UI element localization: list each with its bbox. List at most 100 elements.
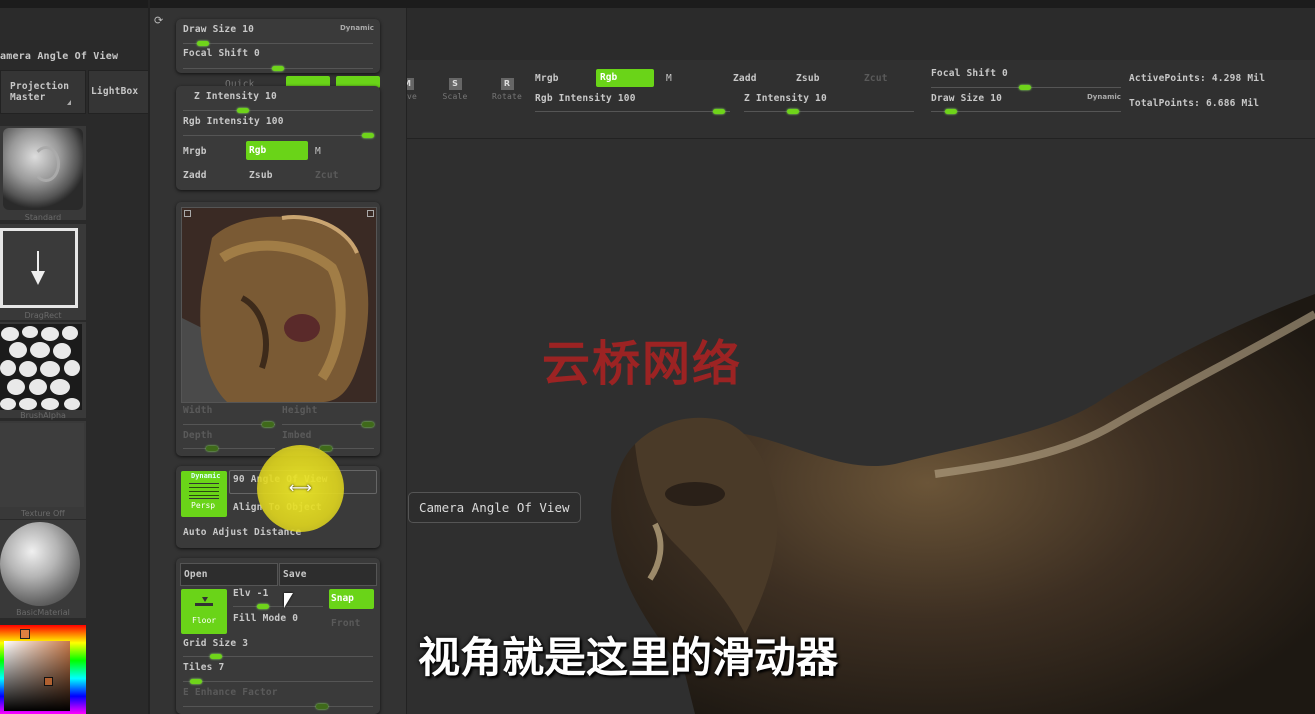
camera-angle-tooltip: Camera Angle Of View xyxy=(408,492,581,523)
rgb-intensity-slider[interactable] xyxy=(535,111,730,112)
popup-rgb-button[interactable]: Rgb xyxy=(246,141,308,160)
rgb-button[interactable]: Rgb xyxy=(596,69,654,87)
dynamic-label[interactable]: Dynamic xyxy=(1087,93,1121,101)
navigator-preview[interactable] xyxy=(181,207,377,403)
z-intensity-label: Z Intensity 10 xyxy=(744,93,827,104)
dropdown-arrow-icon xyxy=(67,100,71,105)
color-picker[interactable] xyxy=(0,625,86,714)
z-intensity-slider[interactable] xyxy=(744,111,914,112)
watermark-text: 云桥网络 xyxy=(542,336,743,392)
texture-off-label: Texture Off xyxy=(21,509,65,518)
focal-shift-knob[interactable] xyxy=(1019,85,1031,90)
basic-material-tile[interactable] xyxy=(0,520,86,618)
popup-focal-shift-knob[interactable] xyxy=(272,66,284,71)
dinosaur-preview-image xyxy=(182,208,376,402)
color-square[interactable] xyxy=(4,641,70,711)
alpha-texture-icon xyxy=(0,324,82,410)
draw-size-slider[interactable] xyxy=(931,111,1121,112)
popup-dynamic-label[interactable]: Dynamic xyxy=(340,24,374,32)
floor-button[interactable]: Floor xyxy=(181,589,227,634)
elv-label: Elv -1 xyxy=(233,588,269,599)
subtitle-text: 视角就是这里的滑动器 xyxy=(418,633,839,682)
mouse-pointer-icon xyxy=(284,593,293,608)
corner-handle-right-icon[interactable] xyxy=(367,210,374,217)
front-button[interactable]: Front xyxy=(331,618,361,629)
texture-off-icon xyxy=(0,423,84,507)
elv-knob[interactable] xyxy=(257,604,269,609)
rotate-icon: R xyxy=(500,78,514,90)
snap-button[interactable]: Snap xyxy=(329,589,374,609)
fill-mode-label: Fill Mode 0 xyxy=(233,613,299,624)
rgb-intensity-label: Rgb Intensity 100 xyxy=(535,93,636,104)
m-button[interactable]: M xyxy=(666,73,672,84)
rgb-intensity-knob[interactable] xyxy=(713,109,725,114)
tiles-knob[interactable] xyxy=(190,679,202,684)
popup-draw-size-slider[interactable] xyxy=(183,43,373,44)
popup-draw-size-knob[interactable] xyxy=(197,41,209,46)
popup-zcut-button[interactable]: Zcut xyxy=(315,170,339,181)
zcut-button[interactable]: Zcut xyxy=(864,73,888,84)
popup-z-intensity-knob[interactable] xyxy=(237,108,249,113)
resize-horizontal-cursor-icon: ⟷ xyxy=(289,478,312,497)
swirl-icon xyxy=(32,146,60,182)
popup-rgb-intensity-slider[interactable] xyxy=(183,135,373,136)
e-enhance-slider[interactable] xyxy=(183,706,373,707)
scale-button[interactable]: S Scale xyxy=(440,78,470,108)
corner-handle-icon[interactable] xyxy=(184,210,191,217)
drag-rect-label: DragRect xyxy=(24,311,62,320)
z-intensity-knob[interactable] xyxy=(787,109,799,114)
popup-m-button[interactable]: M xyxy=(315,146,321,157)
draw-size-knob[interactable] xyxy=(945,109,957,114)
popup-zsub-button[interactable]: Zsub xyxy=(249,170,273,181)
persp-button[interactable]: Dynamic Persp xyxy=(181,471,227,517)
top-strip xyxy=(0,0,1315,8)
drag-rect-stroke-icon xyxy=(0,228,78,308)
height-knob[interactable] xyxy=(362,422,374,427)
floor-arrow-icon xyxy=(202,597,208,602)
popup-mrgb-button[interactable]: Mrgb xyxy=(183,146,207,157)
popup-zadd-button[interactable]: Zadd xyxy=(183,170,207,181)
height-slider[interactable] xyxy=(282,424,374,425)
imbed-label: Imbed xyxy=(282,430,312,441)
popup-rgb-intensity-knob[interactable] xyxy=(362,133,374,138)
depth-knob[interactable] xyxy=(206,446,218,451)
color-indicator-icon xyxy=(20,629,30,639)
floor-icon xyxy=(195,603,213,606)
persp-grid-icon xyxy=(189,483,219,499)
zadd-button[interactable]: Zadd xyxy=(733,73,757,84)
standard-brush-label: Standard xyxy=(24,213,62,222)
tiles-label: Tiles 7 xyxy=(183,662,225,673)
e-enhance-factor-label: E Enhance Factor xyxy=(183,687,278,698)
popup-focal-shift-label: Focal Shift 0 xyxy=(183,48,260,59)
active-points: ActivePoints: 4.298 Mil xyxy=(1129,73,1266,84)
mrgb-button[interactable]: Mrgb xyxy=(535,73,559,84)
brush-alpha-label: BrushAlpha xyxy=(20,411,66,420)
height-label: Height xyxy=(282,405,318,416)
elv-slider[interactable] xyxy=(233,606,323,607)
width-knob[interactable] xyxy=(262,422,274,427)
refresh-icon[interactable]: ⟳ xyxy=(154,14,163,27)
zsub-button[interactable]: Zsub xyxy=(796,73,820,84)
lightbox-button[interactable]: LightBox xyxy=(88,70,150,114)
tiles-slider[interactable] xyxy=(183,681,373,682)
rotate-button[interactable]: R Rotate xyxy=(491,78,523,108)
grid-size-knob[interactable] xyxy=(210,654,222,659)
popup-z-intensity-slider[interactable] xyxy=(183,110,373,111)
total-points: TotalPoints: 6.686 Mil xyxy=(1129,98,1260,109)
e-enhance-knob[interactable] xyxy=(316,704,328,709)
grid-size-label: Grid Size 3 xyxy=(183,638,249,649)
popup-z-intensity-label: Z Intensity 10 xyxy=(194,91,277,102)
texture-off-tile[interactable] xyxy=(0,421,86,519)
color-marker-icon xyxy=(44,677,53,686)
brush-alpha-tile[interactable] xyxy=(0,322,86,418)
depth-slider[interactable] xyxy=(183,448,275,449)
popup-rgb-intensity-label: Rgb Intensity 100 xyxy=(183,116,284,127)
scale-icon: S xyxy=(448,78,462,90)
left-panel-title: amera Angle Of View xyxy=(0,51,119,62)
standard-brush-tile[interactable] xyxy=(0,126,86,220)
open-button[interactable]: Open xyxy=(180,563,278,586)
save-button[interactable]: Save xyxy=(279,563,377,586)
draw-size-label: Draw Size 10 xyxy=(931,93,1003,104)
drag-rect-tile[interactable] xyxy=(0,224,86,320)
projection-master-button[interactable]: Projection Master xyxy=(0,70,86,114)
